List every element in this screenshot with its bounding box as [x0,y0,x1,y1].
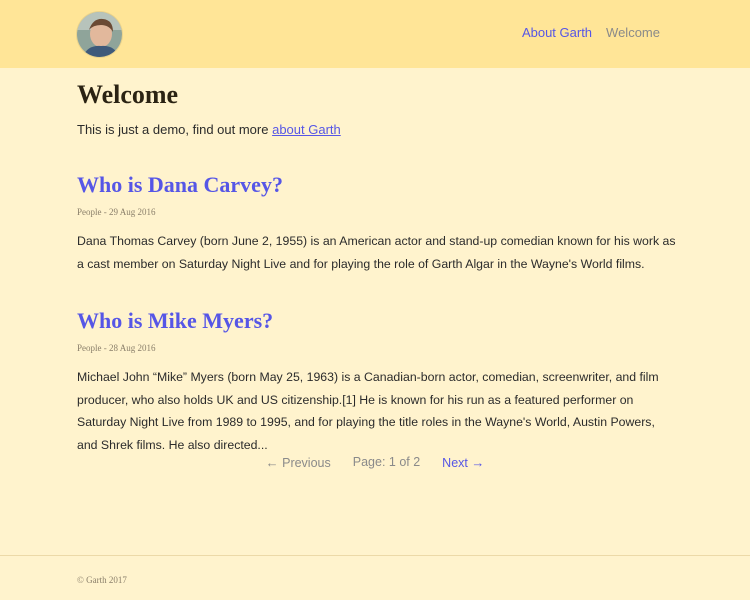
avatar[interactable] [77,12,122,57]
page-title: Welcome [77,80,179,109]
post-title-link[interactable]: Who is Dana Carvey? [77,172,677,198]
next-page-link[interactable]: Next → [442,455,484,470]
footer-divider [0,555,750,556]
intro-text: This is just a demo, find out more [77,122,273,137]
arrow-left-icon: ← [265,455,279,470]
nav-link-welcome[interactable]: Welcome [606,25,660,40]
post-card: Who is Dana Carvey? People - 29 Aug 2016… [77,172,677,275]
page-indicator: Page: 1 of 2 [352,455,421,469]
arrow-right-icon: → [471,455,485,470]
intro-paragraph: This is just a demo, find out more about… [77,122,341,137]
next-label: Next [442,456,468,470]
nav-link-about-garth[interactable]: About Garth [522,25,592,40]
post-excerpt: Dana Thomas Carvey (born June 2, 1955) i… [77,234,676,271]
previous-page-link[interactable]: ← Previous [266,455,331,470]
post-excerpt: Michael John “Mike” Myers (born May 25, … [77,370,659,452]
pagination: ← Previous Page: 1 of 2 Next → [0,455,750,470]
post-title-link[interactable]: Who is Mike Myers? [77,308,677,334]
previous-label: Previous [282,456,331,470]
avatar-portrait-icon [77,12,122,57]
post-meta: People - 28 Aug 2016 [77,343,156,353]
footer-copyright: © Garth 2017 [77,575,127,585]
site-header: About Garth Welcome [0,0,750,68]
post-card: Who is Mike Myers? People - 28 Aug 2016 … [77,308,677,456]
post-meta: People - 29 Aug 2016 [77,207,156,217]
main-nav: About Garth Welcome [522,25,660,40]
about-garth-link[interactable]: about Garth [272,122,341,137]
